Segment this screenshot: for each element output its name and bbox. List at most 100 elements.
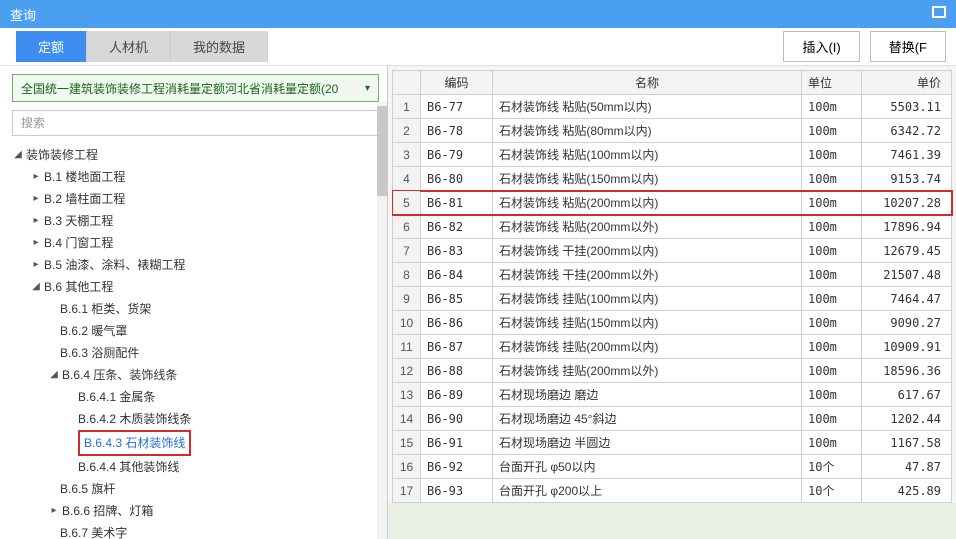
cell-name[interactable]: 石材装饰线 干挂(200mm以外) [493, 263, 802, 287]
cell-price[interactable]: 17896.94 [862, 215, 952, 239]
tree-item-b2[interactable]: ▸B.2 墙柱面工程 [12, 188, 387, 210]
header-name[interactable]: 名称 [493, 71, 802, 95]
cell-price[interactable]: 9090.27 [862, 311, 952, 335]
tree-item-b3[interactable]: ▸B.3 天棚工程 [12, 210, 387, 232]
table-row[interactable]: 17B6-93台面开孔 φ200以上10个425.89 [393, 479, 952, 503]
cell-code[interactable]: B6-86 [421, 311, 493, 335]
tree-item-b641[interactable]: B.6.4.1 金属条 [12, 386, 387, 408]
cell-code[interactable]: B6-90 [421, 407, 493, 431]
table-row[interactable]: 4B6-80石材装饰线 粘贴(150mm以内)100m9153.74 [393, 167, 952, 191]
tree-item-b64[interactable]: ◢B.6.4 压条、装饰线条 [12, 364, 387, 386]
cell-name[interactable]: 石材装饰线 粘贴(80mm以内) [493, 119, 802, 143]
cell-price[interactable]: 7464.47 [862, 287, 952, 311]
cell-name[interactable]: 石材现场磨边 磨边 [493, 383, 802, 407]
table-row[interactable]: 13B6-89石材现场磨边 磨边100m617.67 [393, 383, 952, 407]
table-row[interactable]: 1B6-77石材装饰线 粘贴(50mm以内)100m5503.11 [393, 95, 952, 119]
cell-code[interactable]: B6-91 [421, 431, 493, 455]
cell-price[interactable]: 10207.28 [862, 191, 952, 215]
table-row[interactable]: 2B6-78石材装饰线 粘贴(80mm以内)100m6342.72 [393, 119, 952, 143]
cell-name[interactable]: 石材装饰线 挂贴(150mm以内) [493, 311, 802, 335]
cell-name[interactable]: 石材装饰线 挂贴(200mm以内) [493, 335, 802, 359]
cell-name[interactable]: 石材装饰线 挂贴(200mm以外) [493, 359, 802, 383]
tree-item-b644[interactable]: B.6.4.4 其他装饰线 [12, 456, 387, 478]
cell-unit[interactable]: 100m [802, 263, 862, 287]
header-price[interactable]: 单价 [862, 71, 952, 95]
cell-name[interactable]: 台面开孔 φ200以上 [493, 479, 802, 503]
header-code[interactable]: 编码 [421, 71, 493, 95]
table-row[interactable]: 7B6-83石材装饰线 干挂(200mm以内)100m12679.45 [393, 239, 952, 263]
cell-unit[interactable]: 100m [802, 167, 862, 191]
cell-unit[interactable]: 10个 [802, 455, 862, 479]
cell-unit[interactable]: 100m [802, 311, 862, 335]
table-row[interactable]: 9B6-85石材装饰线 挂贴(100mm以内)100m7464.47 [393, 287, 952, 311]
cell-price[interactable]: 12679.45 [862, 239, 952, 263]
tree-item-b1[interactable]: ▸B.1 楼地面工程 [12, 166, 387, 188]
cell-code[interactable]: B6-89 [421, 383, 493, 407]
tree-item-b643[interactable]: B.6.4.3 石材装饰线 [12, 430, 387, 456]
cell-unit[interactable]: 100m [802, 407, 862, 431]
cell-code[interactable]: B6-84 [421, 263, 493, 287]
tree-item-b65[interactable]: B.6.5 旗杆 [12, 478, 387, 500]
tree-item-b62[interactable]: B.6.2 暖气罩 [12, 320, 387, 342]
table-row[interactable]: 5B6-81石材装饰线 粘贴(200mm以内)100m10207.28 [393, 191, 952, 215]
cell-price[interactable]: 21507.48 [862, 263, 952, 287]
cell-unit[interactable]: 100m [802, 239, 862, 263]
tree-root[interactable]: ◢装饰装修工程 [12, 144, 387, 166]
table-row[interactable]: 12B6-88石材装饰线 挂贴(200mm以外)100m18596.36 [393, 359, 952, 383]
maximize-icon[interactable] [932, 6, 946, 18]
cell-name[interactable]: 石材装饰线 粘贴(100mm以内) [493, 143, 802, 167]
cell-code[interactable]: B6-93 [421, 479, 493, 503]
table-row[interactable]: 16B6-92台面开孔 φ50以内10个47.87 [393, 455, 952, 479]
scrollbar-vertical[interactable] [377, 102, 387, 539]
tree-item-b4[interactable]: ▸B.4 门窗工程 [12, 232, 387, 254]
search-input[interactable] [21, 116, 370, 130]
cell-unit[interactable]: 100m [802, 143, 862, 167]
tab-rencaiji[interactable]: 人材机 [87, 31, 171, 62]
cell-price[interactable]: 425.89 [862, 479, 952, 503]
cell-name[interactable]: 石材装饰线 粘贴(200mm以外) [493, 215, 802, 239]
cell-unit[interactable]: 100m [802, 191, 862, 215]
tab-dinge[interactable]: 定额 [16, 31, 87, 62]
cell-code[interactable]: B6-85 [421, 287, 493, 311]
cell-code[interactable]: B6-92 [421, 455, 493, 479]
tree-item-b63[interactable]: B.6.3 浴厕配件 [12, 342, 387, 364]
cell-price[interactable]: 9153.74 [862, 167, 952, 191]
cell-unit[interactable]: 100m [802, 215, 862, 239]
table-row[interactable]: 11B6-87石材装饰线 挂贴(200mm以内)100m10909.91 [393, 335, 952, 359]
cell-unit[interactable]: 100m [802, 431, 862, 455]
cell-unit[interactable]: 10个 [802, 479, 862, 503]
cell-code[interactable]: B6-83 [421, 239, 493, 263]
table-row[interactable]: 15B6-91石材现场磨边 半圆边100m1167.58 [393, 431, 952, 455]
scrollbar-thumb[interactable] [377, 106, 387, 196]
tree-item-b67[interactable]: B.6.7 美术字 [12, 522, 387, 539]
search-box[interactable] [12, 110, 379, 136]
table-row[interactable]: 6B6-82石材装饰线 粘贴(200mm以外)100m17896.94 [393, 215, 952, 239]
tree-item-b5[interactable]: ▸B.5 油漆、涂料、裱糊工程 [12, 254, 387, 276]
tree-item-b61[interactable]: B.6.1 柜类、货架 [12, 298, 387, 320]
cell-price[interactable]: 47.87 [862, 455, 952, 479]
table-row[interactable]: 14B6-90石材现场磨边 45°斜边100m1202.44 [393, 407, 952, 431]
cell-price[interactable]: 5503.11 [862, 95, 952, 119]
table-row[interactable]: 3B6-79石材装饰线 粘贴(100mm以内)100m7461.39 [393, 143, 952, 167]
cell-code[interactable]: B6-81 [421, 191, 493, 215]
cell-price[interactable]: 18596.36 [862, 359, 952, 383]
cell-unit[interactable]: 100m [802, 335, 862, 359]
cell-code[interactable]: B6-82 [421, 215, 493, 239]
table-row[interactable]: 8B6-84石材装饰线 干挂(200mm以外)100m21507.48 [393, 263, 952, 287]
cell-code[interactable]: B6-77 [421, 95, 493, 119]
header-unit[interactable]: 单位 [802, 71, 862, 95]
cell-price[interactable]: 7461.39 [862, 143, 952, 167]
cell-price[interactable]: 10909.91 [862, 335, 952, 359]
cell-name[interactable]: 石材装饰线 粘贴(200mm以内) [493, 191, 802, 215]
cell-code[interactable]: B6-78 [421, 119, 493, 143]
cell-unit[interactable]: 100m [802, 95, 862, 119]
cell-code[interactable]: B6-80 [421, 167, 493, 191]
tree-item-b6[interactable]: ◢B.6 其他工程 [12, 276, 387, 298]
tree-item-b66[interactable]: ▸B.6.6 招牌、灯箱 [12, 500, 387, 522]
cell-code[interactable]: B6-88 [421, 359, 493, 383]
insert-button[interactable]: 插入(I) [783, 31, 859, 62]
cell-name[interactable]: 台面开孔 φ50以内 [493, 455, 802, 479]
cell-price[interactable]: 6342.72 [862, 119, 952, 143]
tree-item-b642[interactable]: B.6.4.2 木质装饰线条 [12, 408, 387, 430]
cell-code[interactable]: B6-79 [421, 143, 493, 167]
